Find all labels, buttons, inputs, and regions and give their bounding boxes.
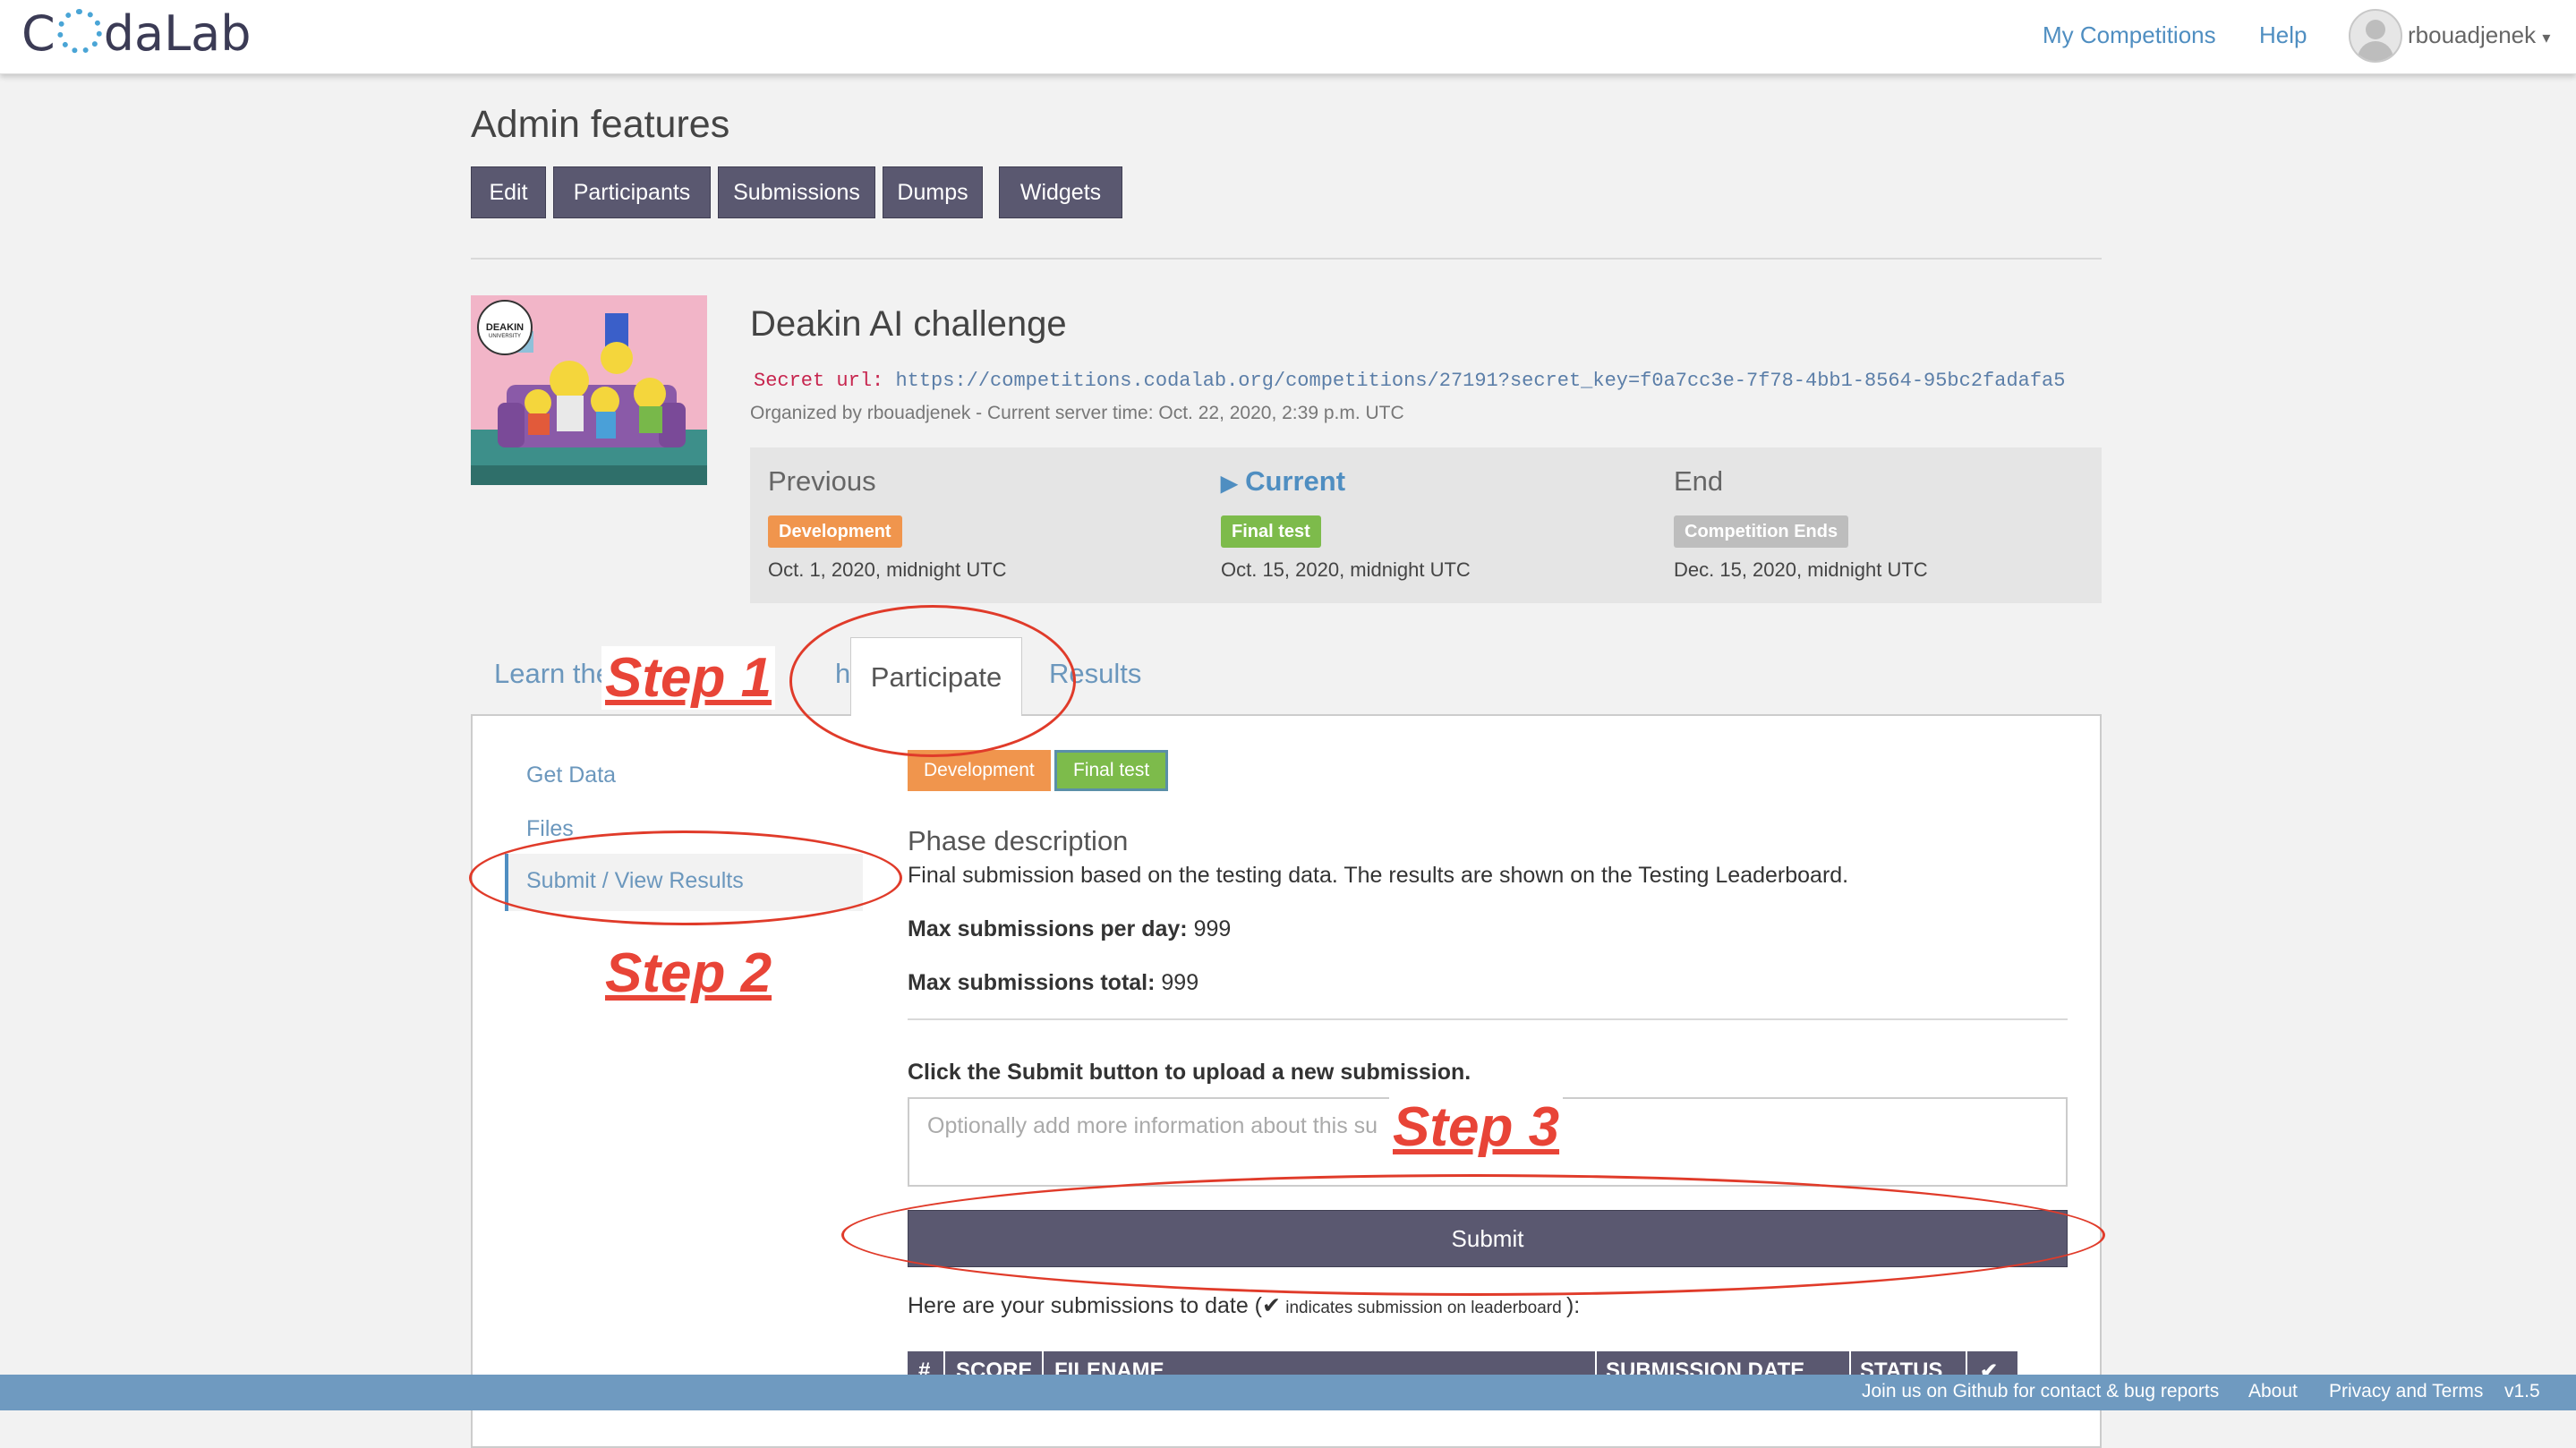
phase-description-title: Phase description — [908, 825, 1129, 856]
admin-features-title: Admin features — [471, 103, 730, 146]
annotation-circle-submit-button — [841, 1174, 2105, 1296]
competition-title: Deakin AI challenge — [750, 304, 1067, 344]
phase-competition-ends-badge: Competition Ends — [1674, 515, 1849, 548]
phase-previous-label: Previous — [768, 465, 876, 497]
phase-development-badge: Development — [768, 515, 902, 548]
edit-button[interactable]: Edit — [471, 166, 546, 218]
submissions-note: Here are your submissions to date (✔ ind… — [908, 1293, 1581, 1318]
codalab-logo[interactable]: CdaLab — [21, 5, 252, 62]
footer-about-link[interactable]: About — [2248, 1381, 2298, 1402]
max-submissions-total: Max submissions total: 999 — [908, 970, 1199, 995]
logo-ring-icon — [56, 9, 102, 54]
annotation-step-3: Step 3 — [1389, 1095, 1564, 1159]
sidebar-item-get-data[interactable]: Get Data — [526, 762, 616, 788]
phase-current-label: ▶ Current — [1221, 465, 1346, 497]
submit-prompt: Click the Submit button to upload a new … — [908, 1060, 1471, 1085]
phase-description-text: Final submission based on the testing da… — [908, 863, 1849, 888]
divider — [908, 1018, 2068, 1020]
deakin-logo-text: DEAKIN — [485, 322, 525, 333]
footer-version: v1.5 — [2504, 1381, 2540, 1401]
phase-final-test-button[interactable]: Final test — [1054, 750, 1169, 791]
competition-logo-image: DEAKIN UNIVERSITY — [471, 295, 707, 485]
dumps-button[interactable]: Dumps — [883, 166, 983, 218]
phase-final-test-badge: Final test — [1221, 515, 1321, 548]
participants-button[interactable]: Participants — [553, 166, 711, 218]
phase-end-label: End — [1674, 465, 1724, 497]
user-avatar-icon[interactable] — [2349, 9, 2402, 63]
organizer-info: Organized by rbouadjenek - Current serve… — [750, 403, 1404, 423]
phase-end-date: Dec. 15, 2020, midnight UTC — [1674, 558, 1928, 581]
phase-previous-date: Oct. 1, 2020, midnight UTC — [768, 558, 1007, 581]
annotation-step-1: Step 1 — [601, 646, 776, 710]
annotation-circle-submit-results — [469, 830, 902, 925]
username-menu[interactable]: rbouadjenek ▾ — [2408, 21, 2550, 49]
max-submissions-per-day: Max submissions per day: 999 — [908, 916, 1232, 941]
play-icon: ▶ — [1221, 472, 1238, 496]
divider — [471, 258, 2102, 260]
secret-url-label: Secret url: — [754, 370, 884, 392]
footer-github-link[interactable]: Join us on Github for contact & bug repo… — [1862, 1381, 2219, 1402]
submissions-button[interactable]: Submissions — [718, 166, 875, 218]
phase-current-date: Oct. 15, 2020, midnight UTC — [1221, 558, 1471, 581]
checkmark-icon: ✔ — [1262, 1293, 1281, 1318]
widgets-button[interactable]: Widgets — [999, 166, 1122, 218]
my-competitions-link[interactable]: My Competitions — [2043, 21, 2216, 49]
help-link[interactable]: Help — [2259, 21, 2307, 49]
secret-url: Secret url: https://competitions.codalab… — [754, 370, 2065, 392]
caret-down-icon: ▾ — [2542, 29, 2551, 47]
annotation-circle-participate — [789, 605, 1076, 757]
footer-privacy-link[interactable]: Privacy and Terms — [2329, 1381, 2483, 1402]
secret-url-link[interactable]: https://competitions.codalab.org/competi… — [895, 370, 2065, 392]
annotation-step-2: Step 2 — [601, 941, 776, 1005]
